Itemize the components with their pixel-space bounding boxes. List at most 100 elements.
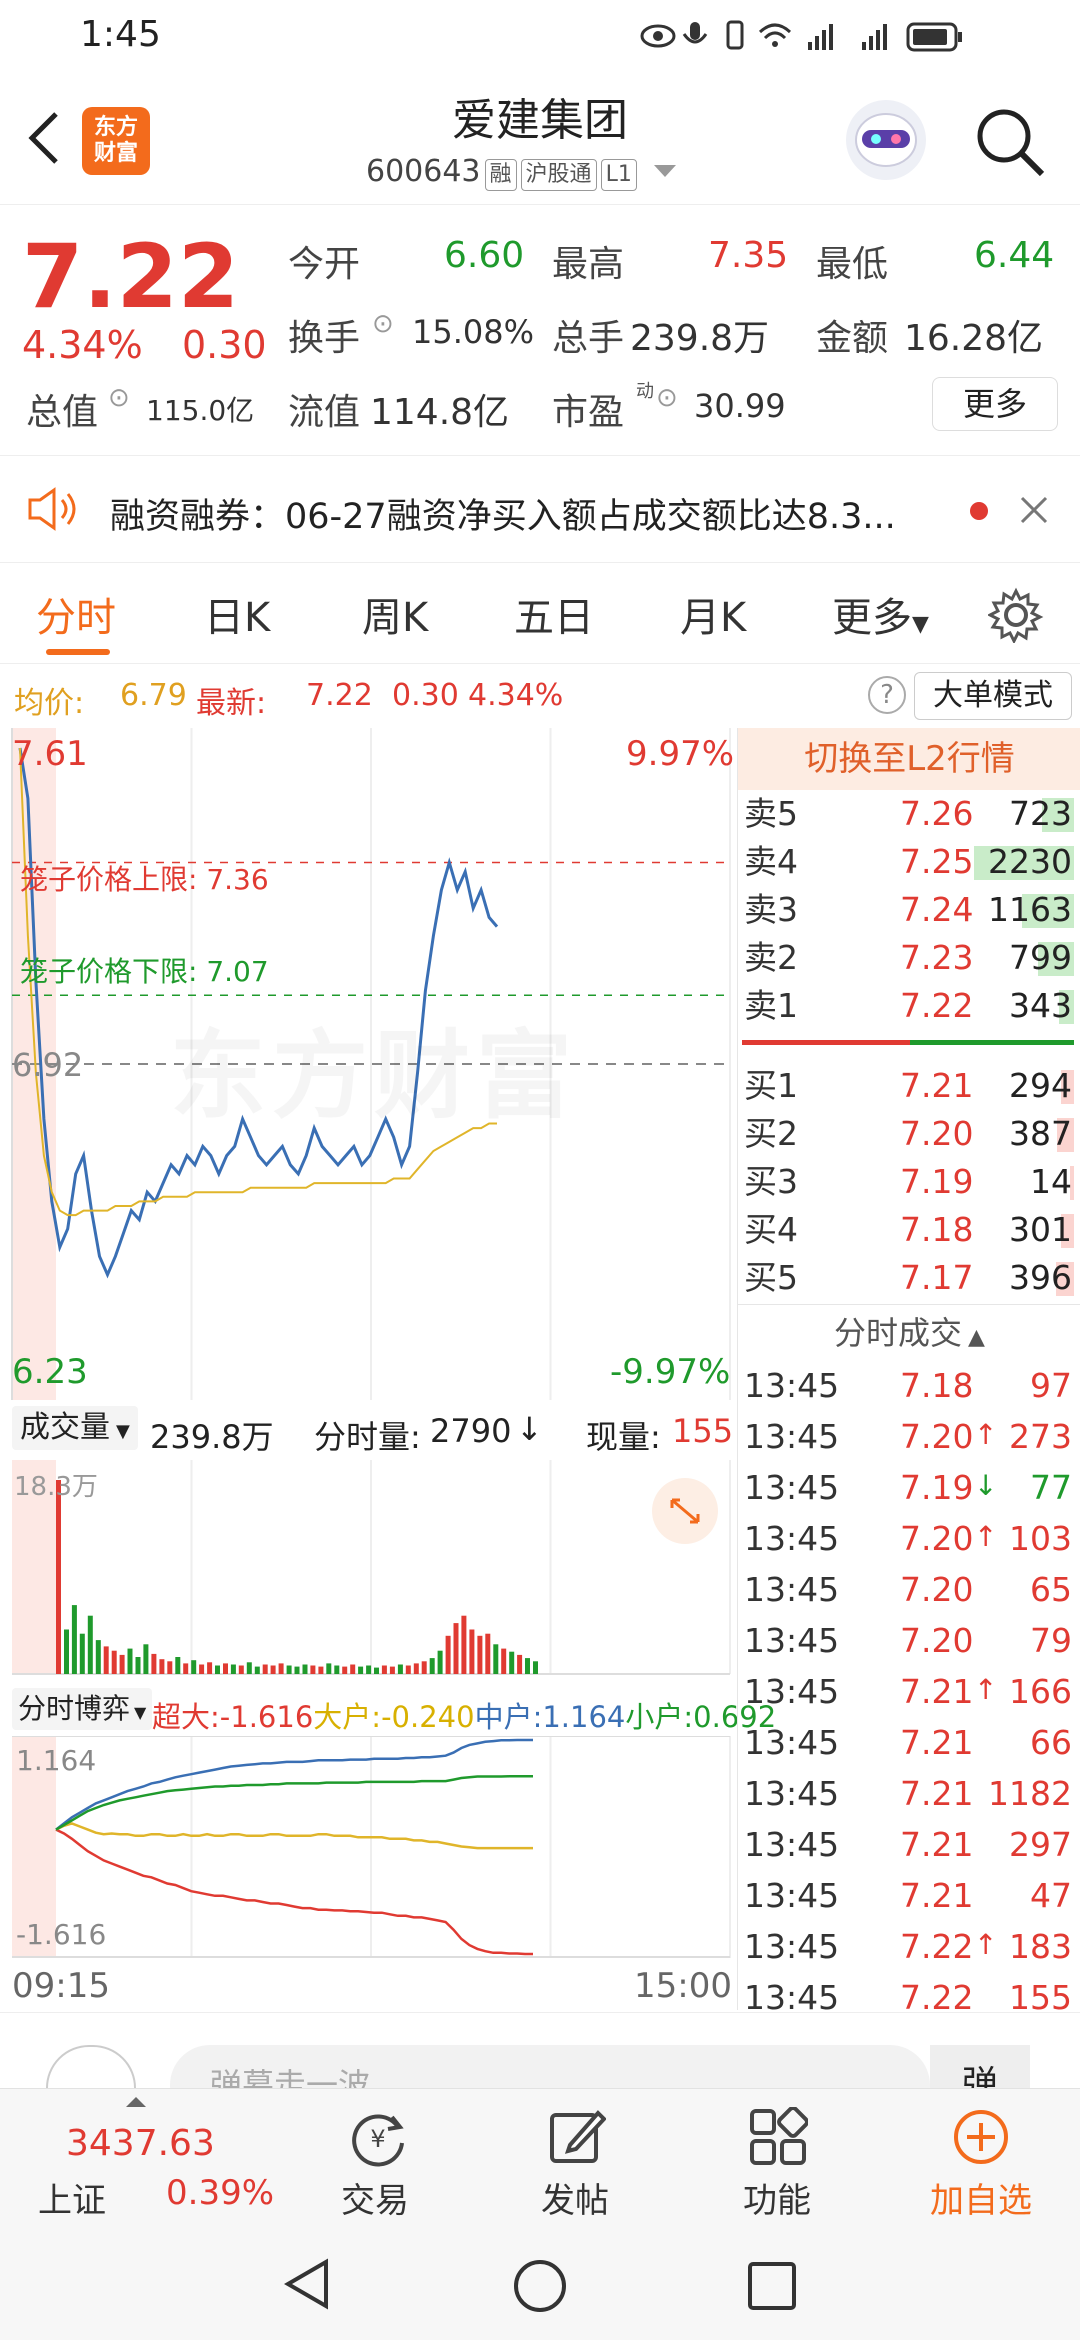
ask-row[interactable]: 卖3 7.24 1163 xyxy=(738,886,1074,934)
ask-price: 7.24 xyxy=(900,890,974,929)
nav-function[interactable]: 功能 xyxy=(722,2099,832,2221)
expand-button[interactable] xyxy=(652,1478,718,1544)
status-time: 1:45 xyxy=(80,14,161,55)
big-value: -0.240 xyxy=(381,1700,475,1734)
stock-code-row[interactable]: 600643 融沪股通 L1 xyxy=(366,154,678,191)
tab-daily-k[interactable]: 日K xyxy=(204,585,270,643)
trade-time: 13:45 xyxy=(744,1723,840,1762)
ask-price: 7.26 xyxy=(900,794,974,833)
bid-row[interactable]: 买3 7.19 14 xyxy=(738,1158,1074,1206)
nav-add-watchlist[interactable]: 加自选 xyxy=(916,2099,1046,2221)
close-icon[interactable] xyxy=(1018,494,1050,526)
ask-list: 卖5 7.26 723 卖4 7.25 2230 卖3 7.24 1163 卖2 7.23 799 卖1… xyxy=(738,790,1074,1030)
ask-level-label: 卖5 xyxy=(744,794,798,833)
avg-value: 6.79 xyxy=(120,678,187,713)
trade-volume: 1182 xyxy=(988,1774,1072,1813)
ask-row[interactable]: 卖2 7.23 799 xyxy=(738,934,1074,982)
nav-trade[interactable]: ¥ 交易 xyxy=(320,2099,430,2221)
notice-bar[interactable]: 融资融券：06-27融资净买入额占成交额比达8.3... xyxy=(0,456,1080,563)
trade-volume: 183 xyxy=(1009,1927,1072,1966)
barrage-toggle[interactable]: 弹 xyxy=(930,2045,1030,2091)
search-button[interactable] xyxy=(972,104,1048,180)
bid-row[interactable]: 买2 7.20 387 xyxy=(738,1110,1074,1158)
game-caret-icon: ▼ xyxy=(134,1703,147,1722)
system-recents-icon[interactable] xyxy=(746,2260,798,2312)
system-home-icon[interactable] xyxy=(512,2258,568,2314)
ask-row[interactable]: 卖5 7.26 723 xyxy=(738,790,1074,838)
trade-price: 7.19 xyxy=(900,1468,974,1507)
game-selector[interactable]: 分时博弈 ▼ xyxy=(12,1688,153,1730)
bid-row[interactable]: 买4 7.18 301 xyxy=(738,1206,1074,1254)
volume-bar xyxy=(127,1648,133,1674)
bid-volume: 294 xyxy=(1009,1066,1072,1105)
volume-bar xyxy=(87,1615,93,1674)
ask-price: 7.25 xyxy=(900,842,974,881)
cage-lower-label: 笼子价格下限: 7.07 xyxy=(20,955,269,988)
index-up-arrow-icon xyxy=(126,2097,146,2107)
trade-time: 13:45 xyxy=(744,1519,840,1558)
price-chart[interactable]: 7.61 9.97% 笼子价格上限: 7.36 笼子价格下限: 7.07 6.9… xyxy=(0,728,736,1400)
nav-function-label: 功能 xyxy=(743,2181,811,2221)
bid-level-label: 买5 xyxy=(744,1258,798,1297)
volume-bar xyxy=(175,1657,181,1674)
volume-chart[interactable]: 18.3万 xyxy=(0,1460,736,1680)
settings-gear-icon[interactable] xyxy=(988,587,1044,643)
trade-volume: 273 xyxy=(1009,1417,1072,1456)
back-button[interactable] xyxy=(20,108,70,168)
mktcap-info-icon[interactable]: ⊙ xyxy=(108,383,130,413)
tab-active-indicator xyxy=(46,649,110,655)
trade-price: 7.21 xyxy=(900,1672,974,1711)
trade-volume: 47 xyxy=(1030,1876,1072,1915)
bid-row[interactable]: 买5 7.17 396 xyxy=(738,1254,1074,1302)
tab-more[interactable]: 更多▼ xyxy=(832,585,929,643)
comment-list-button[interactable] xyxy=(46,2045,136,2091)
bid-row[interactable]: 买1 7.21 294 xyxy=(738,1062,1074,1110)
bid-list: 买1 7.21 294 买2 7.20 387 买3 7.19 14 买4 7.18 301 买5 7.1… xyxy=(738,1062,1074,1302)
more-button[interactable]: 更多 xyxy=(932,377,1058,431)
trade-row: 13:45 7.20 65 xyxy=(738,1564,1074,1615)
bid-volume: 14 xyxy=(1030,1162,1072,1201)
volume-bar xyxy=(310,1665,316,1674)
tab-intraday[interactable]: 分时 xyxy=(36,585,116,643)
trade-volume: 97 xyxy=(1030,1366,1072,1405)
tab-monthly-k[interactable]: 月K xyxy=(680,585,746,643)
nav-post[interactable]: 发帖 xyxy=(520,2099,630,2221)
trade-row: 13:45 7.21 ↑ 166 xyxy=(738,1666,1074,1717)
float-label: 流值 xyxy=(288,392,361,433)
back-arrow-icon xyxy=(28,112,58,164)
comment-input[interactable]: 弹幕走一波 xyxy=(170,2045,930,2091)
game-chart[interactable]: 1.164 -1.616 xyxy=(0,1735,736,1958)
open-label: 今开 xyxy=(288,244,361,285)
system-back-icon[interactable] xyxy=(282,2258,332,2310)
volume-selector[interactable]: 成交量 ▼ xyxy=(12,1406,138,1450)
pe-info-icon[interactable]: ⊙ xyxy=(656,383,678,413)
ask-row[interactable]: 卖1 7.22 343 xyxy=(738,982,1074,1030)
index-ticker[interactable]: 3437.63 上证 0.39% xyxy=(20,2095,280,2225)
index-name: 上证 xyxy=(38,2181,106,2221)
volume-bar xyxy=(501,1648,507,1674)
tab-five-day[interactable]: 五日 xyxy=(514,585,594,643)
volume-bar xyxy=(350,1664,356,1674)
status-bar: 1:45 xyxy=(0,0,1080,72)
tab-weekly-k[interactable]: 周K xyxy=(362,585,428,643)
trade-row: 13:45 7.20 ↑ 103 xyxy=(738,1513,1074,1564)
volume-bar xyxy=(111,1650,117,1674)
brand-logo: 东方 财富 xyxy=(82,107,150,175)
edit-icon xyxy=(550,2110,606,2163)
big-order-mode-button[interactable]: 大单模式 xyxy=(914,672,1072,720)
trades-title[interactable]: 分时成交 ▲ xyxy=(738,1306,1080,1365)
volume-bar xyxy=(381,1665,387,1674)
last-price: 7.22 xyxy=(22,225,240,328)
switch-l2-button[interactable]: 切换至L2行情 xyxy=(738,728,1080,790)
trade-price: 7.21 xyxy=(900,1774,974,1813)
ask-volume: 723 xyxy=(1009,794,1072,833)
trade-price: 7.22 xyxy=(900,1927,974,1966)
robot-avatar[interactable] xyxy=(846,100,926,180)
trade-row: 13:45 7.21 66 xyxy=(738,1717,1074,1768)
bid-price: 7.19 xyxy=(900,1162,974,1201)
turnover-info-icon[interactable]: ⊙ xyxy=(372,309,394,339)
depth-divider xyxy=(738,1304,1080,1305)
help-icon[interactable]: ? xyxy=(868,676,906,714)
float-value: 114.8亿 xyxy=(370,392,510,433)
ask-row[interactable]: 卖4 7.25 2230 xyxy=(738,838,1074,886)
